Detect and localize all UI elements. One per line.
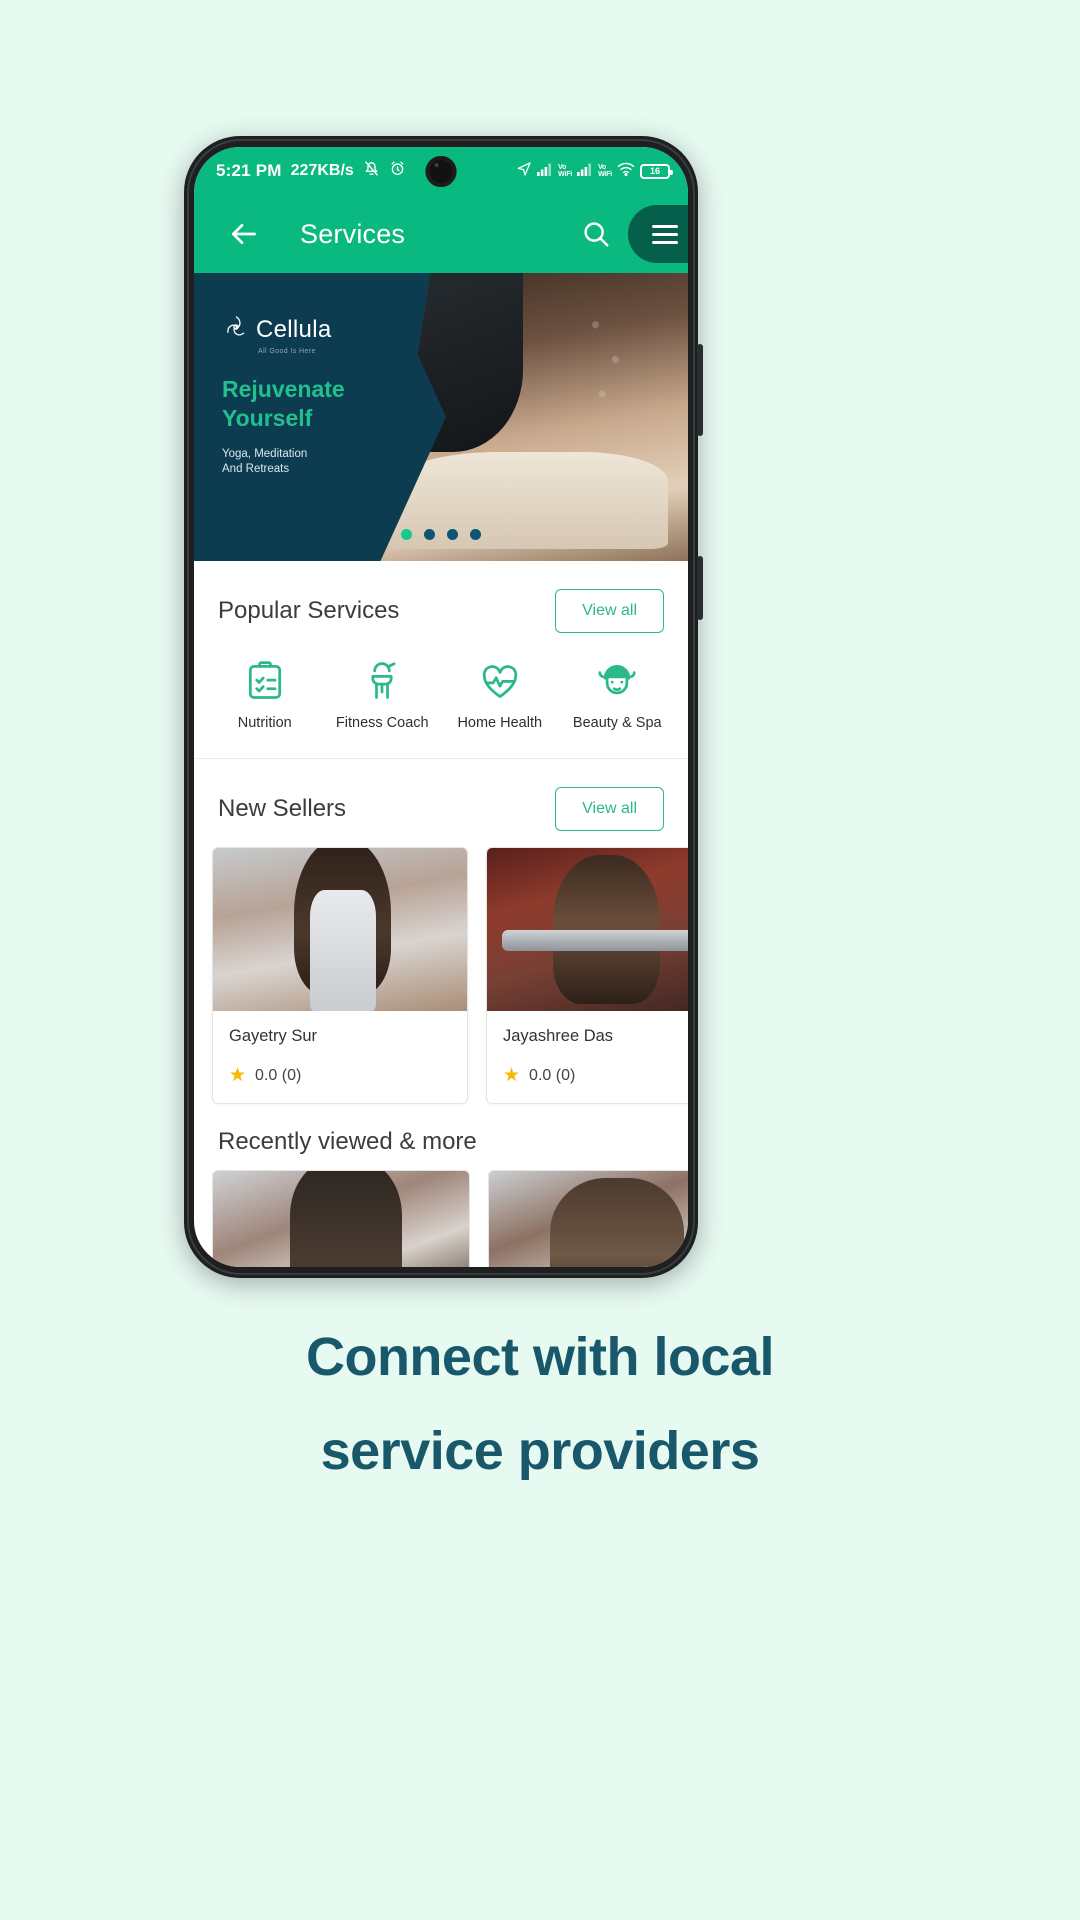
promo-caption: Connect with local service providers — [0, 1310, 1080, 1498]
mute-bell-icon — [363, 160, 380, 182]
seller-rating: ★ 0.0 (0) — [229, 1066, 451, 1085]
banner-headline-line2: Yourself — [222, 405, 313, 431]
seller-photo — [487, 848, 688, 1011]
seller-rating: ★ 0.0 (0) — [503, 1066, 688, 1085]
search-button[interactable] — [570, 208, 622, 260]
seller-rating-value: 0.0 (0) — [529, 1066, 576, 1084]
spa-face-icon — [595, 659, 639, 703]
banner-content: Cellula All Good Is Here Rejuvenate Your… — [222, 313, 432, 477]
status-network-speed: 227KB/s — [290, 162, 354, 179]
hamburger-icon — [652, 220, 678, 249]
vowifi-icon-2: Vo WiFi — [598, 163, 612, 179]
camera-punch-hole — [425, 156, 457, 187]
carousel-dot-1[interactable] — [401, 529, 412, 540]
seller-card[interactable]: Gayetry Sur ★ 0.0 (0) — [212, 847, 468, 1104]
banner-subtitle-line1: Yoga, Meditation — [222, 448, 308, 460]
new-sellers-view-all-button[interactable]: View all — [555, 787, 664, 831]
star-icon: ★ — [503, 1065, 521, 1086]
battery-indicator: 16 — [640, 163, 673, 179]
back-button[interactable] — [218, 208, 270, 260]
recently-viewed-card[interactable] — [212, 1170, 470, 1267]
carousel-dot-2[interactable] — [424, 529, 435, 540]
page-title: Services — [300, 218, 406, 249]
seller-card[interactable]: Jayashree Das ★ 0.0 (0) — [486, 847, 688, 1104]
vowifi-icon: Vo WiFi — [558, 163, 573, 179]
phone-volume-button — [697, 344, 703, 436]
seller-name: Jayashree Das — [503, 1027, 614, 1045]
seller-photo — [213, 848, 467, 1011]
brand-name: Cellula — [256, 315, 332, 343]
cellula-logo-icon — [222, 313, 250, 346]
new-sellers-list: Gayetry Sur ★ 0.0 (0) Jayashree Das ★ 0.… — [194, 831, 688, 1104]
new-sellers-header: New Sellers View all — [194, 759, 688, 831]
promo-caption-line2: service providers — [320, 1421, 760, 1481]
star-icon: ★ — [229, 1065, 247, 1086]
popular-services-header: Popular Services View all — [194, 561, 688, 633]
brand-tagline: All Good Is Here — [258, 348, 316, 355]
service-label: Home Health — [457, 715, 543, 731]
clipboard-check-icon — [243, 659, 287, 703]
phone-mockup: 5:21 PM 227KB/s Vo WiFi Vo WiFi 16 Servi… — [184, 136, 703, 1278]
new-sellers-title: New Sellers — [218, 795, 347, 822]
promo-caption-line1: Connect with local — [305, 1327, 775, 1387]
carousel-dots[interactable] — [194, 529, 688, 540]
signal-bars-icon-2 — [577, 162, 593, 181]
service-item-nutrition[interactable]: Nutrition — [206, 659, 324, 732]
recently-viewed-list — [194, 1156, 688, 1267]
phone-power-button — [697, 556, 703, 620]
coach-whistle-icon — [360, 659, 404, 703]
service-item-fitness-coach[interactable]: Fitness Coach — [324, 659, 442, 732]
banner-headline: Rejuvenate Yourself — [222, 375, 432, 433]
banner-headline-line1: Rejuvenate — [222, 376, 345, 402]
app-bar: Services — [194, 195, 688, 273]
service-label: Nutrition — [237, 715, 292, 731]
popular-services-list: Nutrition Fitness Coach Home Health Beau… — [194, 633, 688, 732]
signal-bars-icon — [537, 162, 553, 181]
recently-viewed-card[interactable] — [488, 1170, 688, 1267]
location-arrow-icon — [516, 161, 532, 182]
popular-services-view-all-button[interactable]: View all — [555, 589, 664, 633]
carousel-dot-4[interactable] — [470, 529, 481, 540]
seller-rating-value: 0.0 (0) — [255, 1066, 302, 1084]
wifi-icon — [617, 162, 635, 181]
promo-banner-carousel[interactable]: Cellula All Good Is Here Rejuvenate Your… — [194, 273, 688, 561]
carousel-dot-3[interactable] — [447, 529, 458, 540]
seller-name: Gayetry Sur — [229, 1027, 318, 1045]
banner-subtitle: Yoga, Meditation And Retreats — [222, 447, 432, 477]
banner-subtitle-line2: And Retreats — [222, 463, 290, 475]
phone-screen: 5:21 PM 227KB/s Vo WiFi Vo WiFi 16 Servi… — [194, 147, 688, 1267]
heart-pulse-icon — [478, 659, 522, 703]
service-item-home-health[interactable]: Home Health — [441, 659, 559, 732]
popular-services-title: Popular Services — [218, 597, 400, 624]
service-item-beauty-spa[interactable]: Beauty & Spa — [559, 659, 677, 732]
alarm-clock-icon — [389, 160, 406, 182]
service-label: Beauty & Spa — [572, 715, 662, 731]
recently-viewed-title: Recently viewed & more — [218, 1128, 477, 1155]
status-time: 5:21 PM — [216, 161, 282, 180]
status-bar: 5:21 PM 227KB/s Vo WiFi Vo WiFi 16 — [194, 147, 688, 195]
menu-button[interactable] — [628, 205, 688, 263]
service-label: Fitness Coach — [335, 715, 429, 731]
